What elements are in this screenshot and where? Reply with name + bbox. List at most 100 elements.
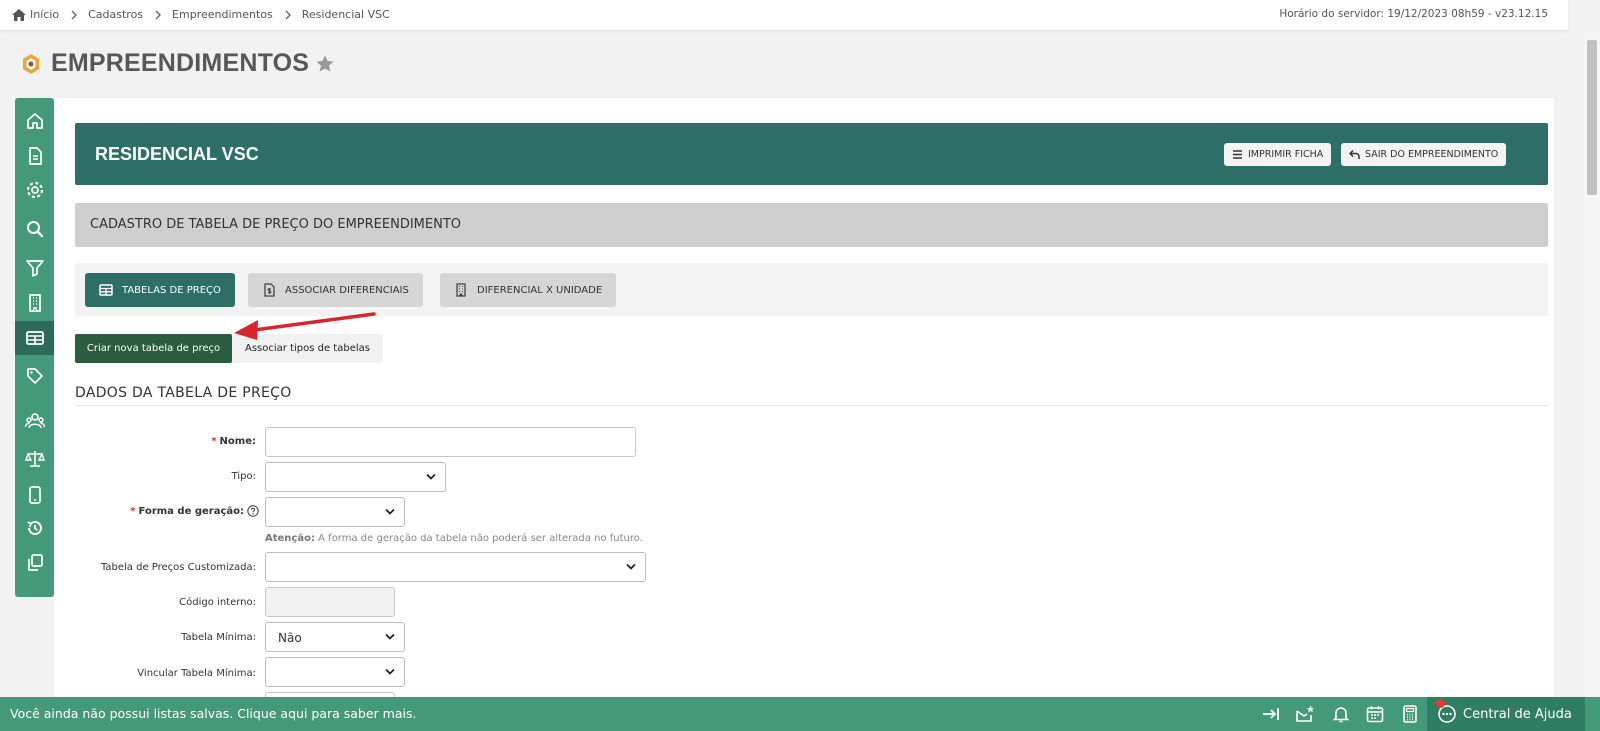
- breadcrumb-inicio[interactable]: Início: [30, 8, 59, 21]
- collapse-arrow-icon[interactable]: [1261, 704, 1281, 724]
- exit-enterprise-label: SAIR DO EMPREENDIMENTO: [1365, 149, 1499, 160]
- chevron-right-icon: [71, 10, 78, 19]
- nav-home[interactable]: [15, 104, 54, 138]
- vincular-select[interactable]: [265, 657, 405, 687]
- file-dollar-icon: [264, 283, 275, 297]
- top-bar: Início Cadastros Empreendimentos Residen…: [0, 0, 1568, 31]
- server-time: Horário do servidor: 19/12/2023 08h59 - …: [1279, 8, 1548, 20]
- minima-value: Não: [278, 631, 302, 645]
- chevron-down-icon: [385, 508, 395, 515]
- left-nav-sidebar: [15, 98, 54, 597]
- print-sheet-label: IMPRIMIR FICHA: [1248, 149, 1324, 160]
- minima-label: Tabela Mínima:: [181, 632, 256, 643]
- home-icon: [26, 113, 43, 129]
- nav-users[interactable]: [15, 404, 54, 438]
- print-sheet-button[interactable]: IMPRIMIR FICHA: [1224, 143, 1332, 166]
- nav-filter[interactable]: [15, 251, 54, 285]
- favorite-star-icon[interactable]: [315, 54, 335, 74]
- note-strong: Atenção:: [265, 533, 315, 544]
- divider: [75, 405, 1548, 406]
- tipo-label: Tipo:: [231, 471, 256, 482]
- home-icon[interactable]: [12, 8, 26, 21]
- bell-icon[interactable]: [1331, 704, 1351, 724]
- nav-documents[interactable]: [15, 139, 54, 173]
- notification-dot: [1436, 699, 1445, 708]
- mail-star-icon[interactable]: [1295, 704, 1315, 724]
- nome-label-text: Nome:: [219, 436, 256, 447]
- mobile-icon: [28, 486, 41, 504]
- enterprise-title: RESIDENCIAL VSC: [95, 144, 259, 164]
- history-icon: [26, 521, 42, 535]
- forma-geracao-note: Atenção: A forma de geração da tabela nã…: [265, 533, 643, 544]
- help-center-label: Central de Ajuda: [1463, 706, 1572, 722]
- section-title: CADASTRO DE TABELA DE PREÇO DO EMPREENDI…: [90, 217, 462, 232]
- table-icon: [25, 331, 44, 345]
- scale-icon: [24, 451, 45, 467]
- tab-associate-differentials[interactable]: ASSOCIAR DIFERENCIAIS: [248, 273, 423, 307]
- nav-price-tables[interactable]: [15, 321, 54, 355]
- chevron-right-icon: [155, 10, 162, 19]
- nav-tags[interactable]: [15, 359, 54, 393]
- annotation-arrow: [234, 312, 376, 340]
- table-icon: [99, 284, 113, 296]
- forma-geracao-label-text: Forma de geração:: [138, 506, 244, 517]
- nome-input[interactable]: [265, 427, 636, 457]
- search-icon: [26, 221, 43, 238]
- tab-differential-unit-label: DIFERENCIAL X UNIDADE: [477, 284, 603, 296]
- vincular-label: Vincular Tabela Mínima:: [137, 668, 256, 679]
- bottom-status-bar: Você ainda não possui listas salvas. Cli…: [0, 697, 1600, 731]
- saved-lists-message[interactable]: Você ainda não possui listas salvas. Cli…: [10, 706, 416, 721]
- undo-icon: [1349, 149, 1360, 159]
- help-circle-icon[interactable]: [247, 505, 259, 517]
- help-center-button[interactable]: Central de Ajuda: [1427, 697, 1585, 731]
- create-price-table-button[interactable]: Criar nova tabela de preço: [75, 334, 232, 363]
- chevron-down-icon: [385, 633, 395, 640]
- forma-geracao-select[interactable]: [265, 497, 405, 527]
- form-title: DADOS DA TABELA DE PREÇO: [75, 385, 292, 401]
- building-icon: [456, 283, 466, 297]
- nav-settings[interactable]: [15, 173, 54, 207]
- breadcrumb: Início Cadastros Empreendimentos Residen…: [12, 8, 390, 21]
- exit-enterprise-button[interactable]: SAIR DO EMPREENDIMENTO: [1341, 143, 1507, 166]
- breadcrumb-empreendimentos[interactable]: Empreendimentos: [172, 8, 273, 21]
- document-icon: [28, 147, 42, 165]
- calendar-icon[interactable]: [1365, 704, 1385, 724]
- note-text: A forma de geração da tabela não poderá …: [314, 533, 643, 544]
- filter-icon: [25, 260, 44, 277]
- customizada-select[interactable]: [265, 552, 646, 582]
- tab-price-tables[interactable]: TABELAS DE PREÇO: [85, 273, 235, 307]
- chevron-down-icon: [626, 563, 636, 570]
- codigo-label: Código interno:: [179, 597, 256, 608]
- breadcrumb-cadastros[interactable]: Cadastros: [88, 8, 143, 21]
- nav-search[interactable]: [15, 212, 54, 246]
- tab-differential-unit[interactable]: DIFERENCIAL X UNIDADE: [440, 273, 617, 307]
- page-title: EMPREENDIMENTOS: [51, 49, 310, 77]
- section-header: CADASTRO DE TABELA DE PREÇO DO EMPREENDI…: [75, 203, 1548, 247]
- nome-label: * Nome:: [6, 436, 256, 447]
- required-mark: *: [130, 506, 136, 517]
- list-icon: [1233, 150, 1242, 159]
- codigo-input: [265, 587, 395, 617]
- enterprise-header: RESIDENCIAL VSC IMPRIMIR FICHA SAIR DO E…: [75, 123, 1548, 185]
- tipo-select[interactable]: [265, 462, 446, 492]
- scrollbar-thumb[interactable]: [1587, 40, 1597, 195]
- minima-select[interactable]: Não: [265, 622, 405, 652]
- tab-associate-differentials-label: ASSOCIAR DIFERENCIAIS: [285, 284, 409, 296]
- building-icon: [28, 294, 41, 312]
- users-icon: [24, 413, 45, 429]
- forma-geracao-label: * Forma de geração:: [0, 506, 244, 517]
- chevron-right-icon: [285, 10, 291, 19]
- nav-buildings[interactable]: [15, 286, 54, 320]
- required-mark: *: [211, 436, 217, 447]
- tab-price-tables-label: TABELAS DE PREÇO: [122, 284, 221, 296]
- tag-icon: [26, 368, 43, 384]
- tab-bar: TABELAS DE PREÇO ASSOCIAR DIFERENCIAIS D…: [75, 263, 1548, 316]
- calculator-icon[interactable]: [1400, 704, 1420, 724]
- customizada-label: Tabela de Preços Customizada:: [100, 562, 256, 573]
- chevron-down-icon: [385, 668, 395, 675]
- gear-icon: [26, 181, 43, 199]
- page-header: EMPREENDIMENTOS: [19, 49, 335, 78]
- module-logo-icon: [23, 53, 39, 74]
- breadcrumb-current: Residencial VSC: [301, 8, 390, 21]
- chevron-down-icon: [426, 473, 436, 480]
